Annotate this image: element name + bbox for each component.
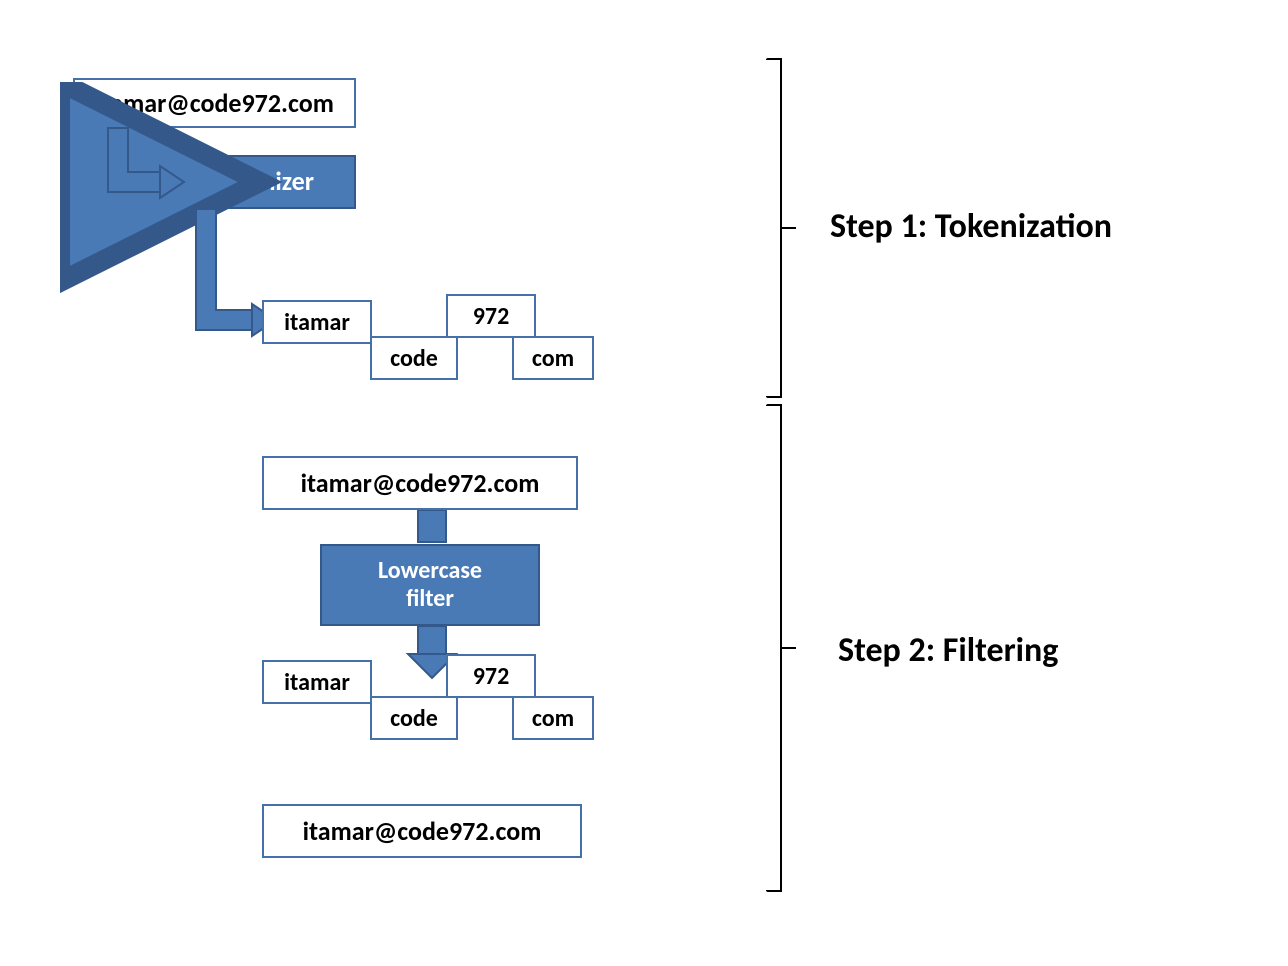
- bracket-step1: [780, 58, 782, 398]
- step1-token-com: com: [512, 336, 594, 380]
- step1-token-code: code: [370, 336, 458, 380]
- bracket-step2: [780, 404, 782, 892]
- step2-token-972: 972: [446, 654, 536, 698]
- step2-token-com: com: [512, 696, 594, 740]
- step2-filter-box: Lowercasefilter: [320, 544, 540, 626]
- diagram-canvas: itamar@code972.com Tokenizer itamar 972 …: [0, 0, 1288, 966]
- step1-token-itamar: itamar: [262, 300, 372, 344]
- step2-output-box: itamar@code972.com: [262, 804, 582, 858]
- step2-label: Step 2: Filtering: [838, 630, 1058, 671]
- step2-token-code: code: [370, 696, 458, 740]
- step1-label: Step 1: Tokenization: [830, 206, 1112, 247]
- step2-token-itamar: itamar: [262, 660, 372, 704]
- arrows-svg: [0, 0, 1288, 966]
- step1-token-972: 972: [446, 294, 536, 338]
- step2-input-box: itamar@code972.com: [262, 456, 578, 510]
